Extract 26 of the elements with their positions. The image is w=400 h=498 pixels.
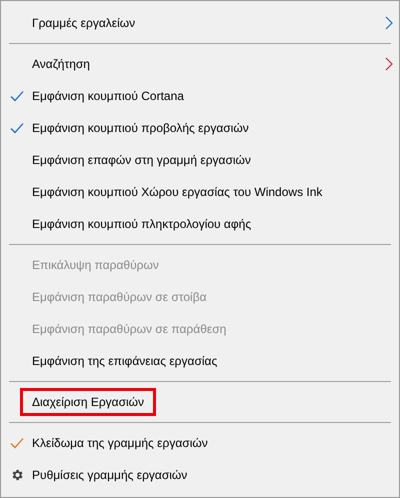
menu-item[interactable]: Εμφάνιση κουμπιού προβολής εργασιών (1, 112, 399, 144)
menu-label: Εμφάνιση της επιφάνειας εργασίας (32, 354, 218, 368)
menu-label: Κλείδωμα της γραμμής εργασιών (32, 436, 208, 450)
menu-label: Εμφάνιση κουμπιού πληκτρολογίου αφής (32, 217, 252, 231)
menu-label: Ρυθμίσεις γραμμής εργασιών (32, 468, 188, 482)
settings-icon (10, 468, 24, 482)
menu-label: Γραμμές εργαλείων (32, 16, 136, 30)
menu-item[interactable]: Εμφάνιση επαφών στη γραμμή εργασιών (1, 144, 399, 176)
menu-item[interactable]: Εμφάνιση κουμπιού Χώρου εργασίας του Windows Ink (1, 176, 399, 208)
menu-label: Εμφάνιση παραθύρων σε παράθεση (32, 322, 226, 336)
menu-item[interactable]: Ρυθμίσεις γραμμής εργασιών (1, 459, 399, 491)
menu-item[interactable]: Αναζήτηση (1, 48, 399, 80)
menu-item[interactable]: Κλείδωμα της γραμμής εργασιών (1, 427, 399, 459)
menu-label: Εμφάνιση παραθύρων σε στοίβα (32, 290, 207, 304)
menu-item[interactable]: Διαχείριση Εργασιών (1, 386, 399, 418)
highlighted-label: Διαχείριση Εργασιών (20, 388, 156, 416)
menu-label: Εμφάνιση κουμπιού Cortana (32, 89, 184, 103)
menu-label: Επικάλυψη παραθύρων (32, 258, 159, 272)
menu-item[interactable]: Εμφάνιση κουμπιού Cortana (1, 80, 399, 112)
menu-label: Εμφάνιση επαφών στη γραμμή εργασιών (32, 153, 251, 167)
menu-item[interactable]: Γραμμές εργαλείων (1, 7, 399, 39)
menu-item[interactable]: Εμφάνιση κουμπιού πληκτρολογίου αφής (1, 208, 399, 240)
menu-label: Αναζήτηση (32, 57, 90, 71)
menu-label: Εμφάνιση κουμπιού Χώρου εργασίας του Windows Ink (32, 185, 322, 199)
menu-item[interactable]: Εμφάνιση της επιφάνειας εργασίας (1, 345, 399, 377)
menu-label: Εμφάνιση κουμπιού προβολής εργασιών (32, 121, 249, 135)
